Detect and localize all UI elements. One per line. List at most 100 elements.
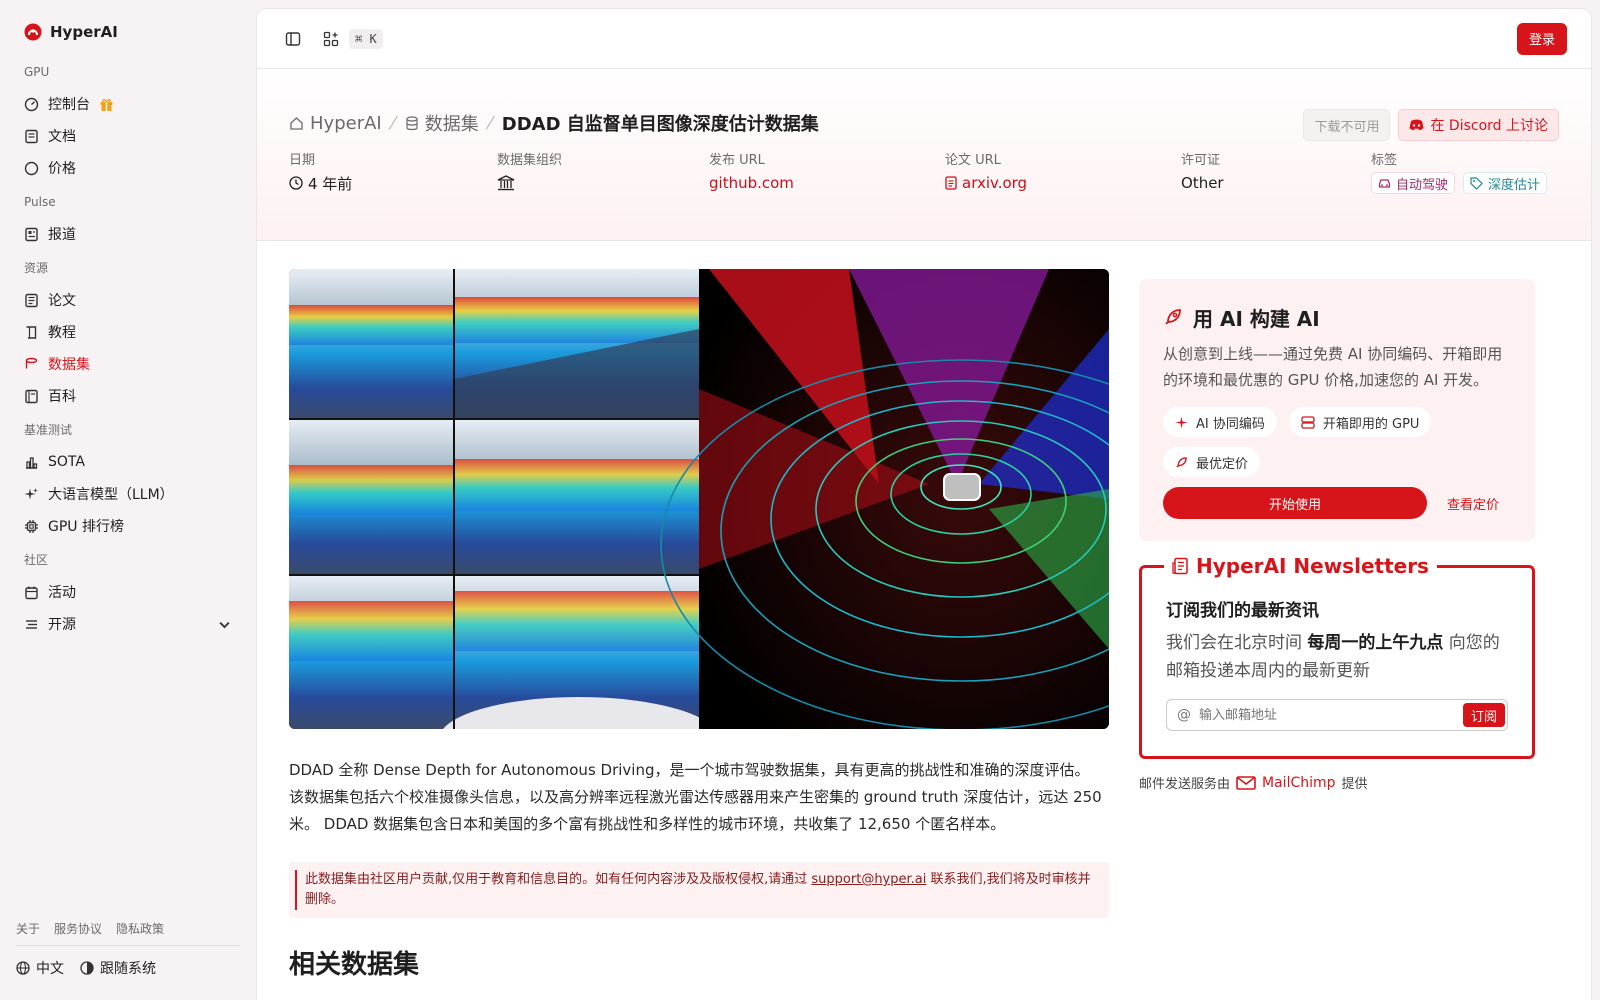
nav-section: 资源 论文 教程 数据集 百科 <box>16 260 240 412</box>
dataset-preview-image <box>289 269 1109 729</box>
car-icon <box>1378 178 1391 188</box>
sidebar-item-dollar[interactable]: 价格 <box>16 152 240 184</box>
rocket-icon <box>1165 309 1181 325</box>
chart-icon <box>26 456 38 469</box>
sidebar-item-label: 控制台 <box>48 97 90 113</box>
view-pricing-link[interactable]: 查看定价 <box>1447 494 1499 513</box>
tag-icon <box>1470 176 1483 190</box>
database-icon <box>25 357 38 368</box>
topbar: ⌘ K 登录 <box>257 9 1591 69</box>
subscribe-button[interactable]: 订阅 <box>1462 703 1505 727</box>
sidebar: HyperAI GPU 控制台 文档 价格 Pulse 报道 资源 论文 教程 数据集 百科 基准测试… <box>0 0 256 1000</box>
gift-icon <box>100 98 113 111</box>
nav-section: GPU 控制台文档价格 <box>16 64 240 184</box>
brand[interactable]: HyperAI <box>24 20 240 44</box>
institution-icon <box>497 175 515 191</box>
brand-name: HyperAI <box>50 23 118 41</box>
apps-icon <box>323 31 339 46</box>
nav-section-title: 基准测试 <box>24 423 73 437</box>
copyright-notice: 此数据集由社区用户贡献,仅用于教育和信息目的。如有任何内容涉及及版权侵权,请通过… <box>289 862 1109 918</box>
release-link[interactable]: github.com <box>709 171 945 195</box>
meta-release-url: 发布 URL github.com <box>709 149 945 195</box>
sidebar-item-book[interactable]: 教程 <box>16 316 240 348</box>
nav-section: 社区 活动 开源 <box>16 552 240 640</box>
sidebar-item-calendar[interactable]: 活动 <box>16 576 240 608</box>
main-panel: ⌘ K 登录 HyperAI ⁄ 数据集 ⁄ DDAD 自监督单目图像深度估计数… <box>256 8 1592 1000</box>
meta-org: 数据集组织 <box>497 149 709 195</box>
tag-depth-estimation[interactable]: 深度估计 <box>1463 172 1548 194</box>
email-form: @ 订阅 <box>1166 699 1508 731</box>
file-icon <box>945 176 957 190</box>
newsletter-body: 我们会在北京时间 每周一的上午九点 向您的邮箱投递本周内的最新更新 <box>1166 633 1500 681</box>
dollar-icon <box>24 161 39 175</box>
sparkle-icon <box>24 487 38 499</box>
sidebar-item-paper[interactable]: 论文 <box>16 284 240 316</box>
sidebar-item-doc[interactable]: 文档 <box>16 120 240 152</box>
breadcrumb-section[interactable]: 数据集 <box>405 110 479 136</box>
dataset-content: DDAD 全称 Dense Depth for Autonomous Drivi… <box>289 269 1109 981</box>
footer-link[interactable]: 服务协议 <box>54 920 102 937</box>
email-input[interactable] <box>1199 707 1463 723</box>
language-label: 中文 <box>36 961 64 977</box>
language-switch[interactable]: 中文 <box>16 958 64 978</box>
support-email-link[interactable]: support@hyper.ai <box>811 872 926 887</box>
footer-link[interactable]: 隐私政策 <box>116 920 164 937</box>
sidebar-item-chart[interactable]: SOTA <box>16 446 240 478</box>
chevron-down-icon[interactable] <box>217 617 232 632</box>
breadcrumb-separator: ⁄ <box>391 112 395 134</box>
tag-autonomous-driving[interactable]: 自动驾驶 <box>1371 172 1456 194</box>
breadcrumb-home[interactable]: HyperAI <box>289 113 382 134</box>
discord-icon <box>1409 119 1424 131</box>
paper-link[interactable]: arxiv.org <box>945 171 1181 195</box>
sidebar-toggle-button[interactable] <box>281 27 305 51</box>
sparkle-icon <box>1175 416 1188 428</box>
sidebar-footer: 关于 服务协议 隐私政策 中文 跟随系统 <box>16 920 240 978</box>
promo-title: 用 AI 构建 AI <box>1193 306 1320 331</box>
newspaper-icon <box>1172 557 1188 575</box>
sidebar-item-gauge[interactable]: 控制台 <box>16 88 240 120</box>
nav-section-title: Pulse <box>24 195 56 209</box>
apps-button[interactable] <box>319 27 343 51</box>
rocket-icon <box>1176 456 1187 468</box>
clock-icon <box>289 176 303 190</box>
sidebar-item-label: 价格 <box>48 161 76 177</box>
paper-icon <box>25 293 38 307</box>
cpu-icon <box>25 519 38 533</box>
sidebar-item-label: 数据集 <box>48 357 90 373</box>
mail-provider: 邮件发送服务由 MailChimp 提供 <box>1139 774 1368 793</box>
sidebar-item-news[interactable]: 报道 <box>16 218 240 250</box>
server-icon <box>1301 415 1315 429</box>
sidebar-item-label: 大语言模型（LLM） <box>48 487 174 503</box>
sidebar-item-label: 论文 <box>48 293 76 309</box>
sidebar-item-cpu[interactable]: GPU 排行榜 <box>16 510 240 542</box>
book-icon <box>26 325 37 339</box>
login-button[interactable]: 登录 <box>1516 22 1567 55</box>
sidebar-item-wiki[interactable]: 百科 <box>16 380 240 412</box>
calendar-icon <box>25 586 38 599</box>
download-button[interactable]: 下载不可用 <box>1303 109 1391 141</box>
theme-switch[interactable]: 跟随系统 <box>80 958 156 978</box>
nav-section-title: GPU <box>24 65 50 79</box>
sidebar-item-sparkle[interactable]: 大语言模型（LLM） <box>16 478 240 510</box>
nav-section: Pulse 报道 <box>16 194 240 250</box>
globe-icon <box>16 961 30 975</box>
chip-ai-coding: AI 协同编码 <box>1163 407 1277 437</box>
sidebar-item-label: 活动 <box>48 585 76 601</box>
meta-tags: 标签 自动驾驶 深度估计 <box>1371 149 1548 195</box>
meta-paper-url: 论文 URL arxiv.org <box>945 149 1181 195</box>
footer-link[interactable]: 关于 <box>16 920 40 937</box>
sidebar-nav: GPU 控制台 文档 价格 Pulse 报道 资源 论文 教程 数据集 百科 基准测试 SOTA 大语言模… <box>16 64 240 640</box>
panel-left-icon <box>285 31 301 46</box>
promo-card: 用 AI 构建 AI 从创意到上线——通过免费 AI 协同编码、开箱即用的环境和… <box>1139 279 1535 541</box>
discord-button[interactable]: 在 Discord 上讨论 <box>1398 109 1559 141</box>
sidebar-item-list[interactable]: 开源 <box>16 608 240 640</box>
start-button[interactable]: 开始使用 <box>1163 487 1427 519</box>
hyperai-logo-icon <box>24 23 42 41</box>
search-shortcut[interactable]: ⌘ K <box>349 28 383 49</box>
sidebar-item-database[interactable]: 数据集 <box>16 348 240 380</box>
sidebar-item-label: 教程 <box>48 325 76 341</box>
database-icon <box>406 115 418 130</box>
list-icon <box>26 619 37 629</box>
mailchimp-link[interactable]: MailChimp <box>1262 775 1336 791</box>
sidebar-item-label: 文档 <box>48 129 76 145</box>
